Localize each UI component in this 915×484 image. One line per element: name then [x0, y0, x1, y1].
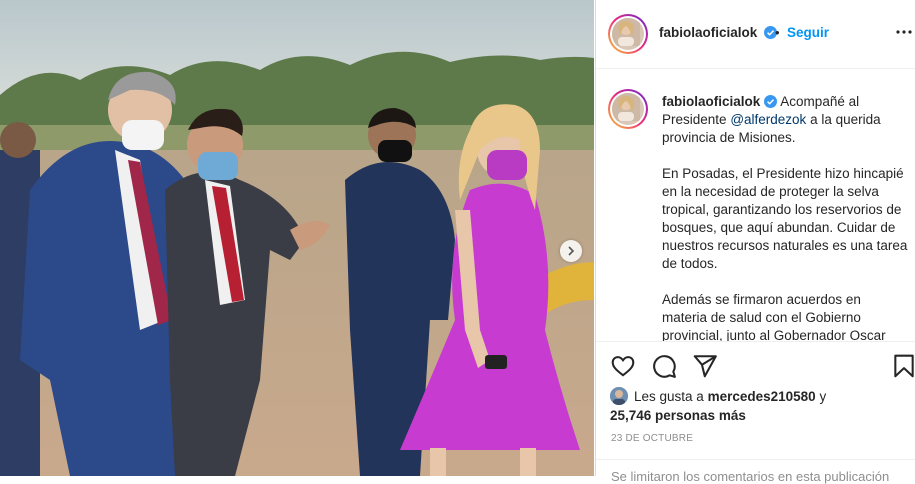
caption-area: fabiolaoficialok Acompañé al Presidente …	[596, 69, 915, 341]
post-header: fabiolaoficialok • Seguir	[596, 0, 915, 69]
post-photo-scene	[0, 0, 594, 476]
caption-text: fabiolaoficialok Acompañé al Presidente …	[662, 93, 908, 341]
more-options-icon[interactable]	[894, 24, 914, 40]
chevron-right-icon	[568, 246, 575, 256]
post-photo[interactable]	[0, 0, 594, 476]
likes-summary: Les gusta a mercedes210580 y 25,746 pers…	[610, 387, 826, 425]
caption-username[interactable]: fabiolaoficialok	[662, 94, 760, 109]
post-date[interactable]: 23 DE OCTUBRE	[611, 433, 693, 444]
next-photo-button[interactable]	[560, 240, 582, 262]
caption-avatar-image	[612, 93, 640, 121]
liker-avatar-image	[610, 387, 628, 405]
author-avatar[interactable]	[608, 14, 648, 54]
caption-mention[interactable]: @alferdezok	[730, 112, 806, 127]
heart-icon[interactable]	[610, 353, 636, 379]
post-actions: Les gusta a mercedes210580 y 25,746 pers…	[596, 341, 915, 484]
caption-paragraph-3: Además se firmaron acuerdos en materia d…	[662, 292, 886, 341]
bookmark-icon[interactable]	[891, 353, 915, 379]
verified-badge-icon	[764, 95, 778, 108]
follow-button[interactable]: Seguir	[787, 25, 829, 40]
liker-username[interactable]: mercedes210580	[708, 389, 816, 404]
send-icon[interactable]	[692, 353, 718, 379]
caption-avatar[interactable]	[608, 89, 648, 129]
comment-icon[interactable]	[651, 353, 677, 379]
author-avatar-image	[612, 18, 640, 46]
likes-count[interactable]: 25,746 personas más	[610, 408, 746, 423]
likes-prefix: Les gusta a	[634, 389, 704, 404]
author-username[interactable]: fabiolaoficialok	[659, 25, 757, 40]
liker-avatar[interactable]	[610, 387, 628, 405]
caption-paragraph-2: En Posadas, el Presidente hizo hincapié …	[662, 166, 908, 271]
post-side-panel: fabiolaoficialok • Seguir fabiolaoficial…	[595, 0, 915, 484]
divider	[596, 459, 915, 460]
comments-limited-note: Se limitaron los comentarios en esta pub…	[611, 469, 890, 484]
likes-conjunction: y	[819, 389, 827, 404]
separator-dot: •	[775, 25, 780, 40]
